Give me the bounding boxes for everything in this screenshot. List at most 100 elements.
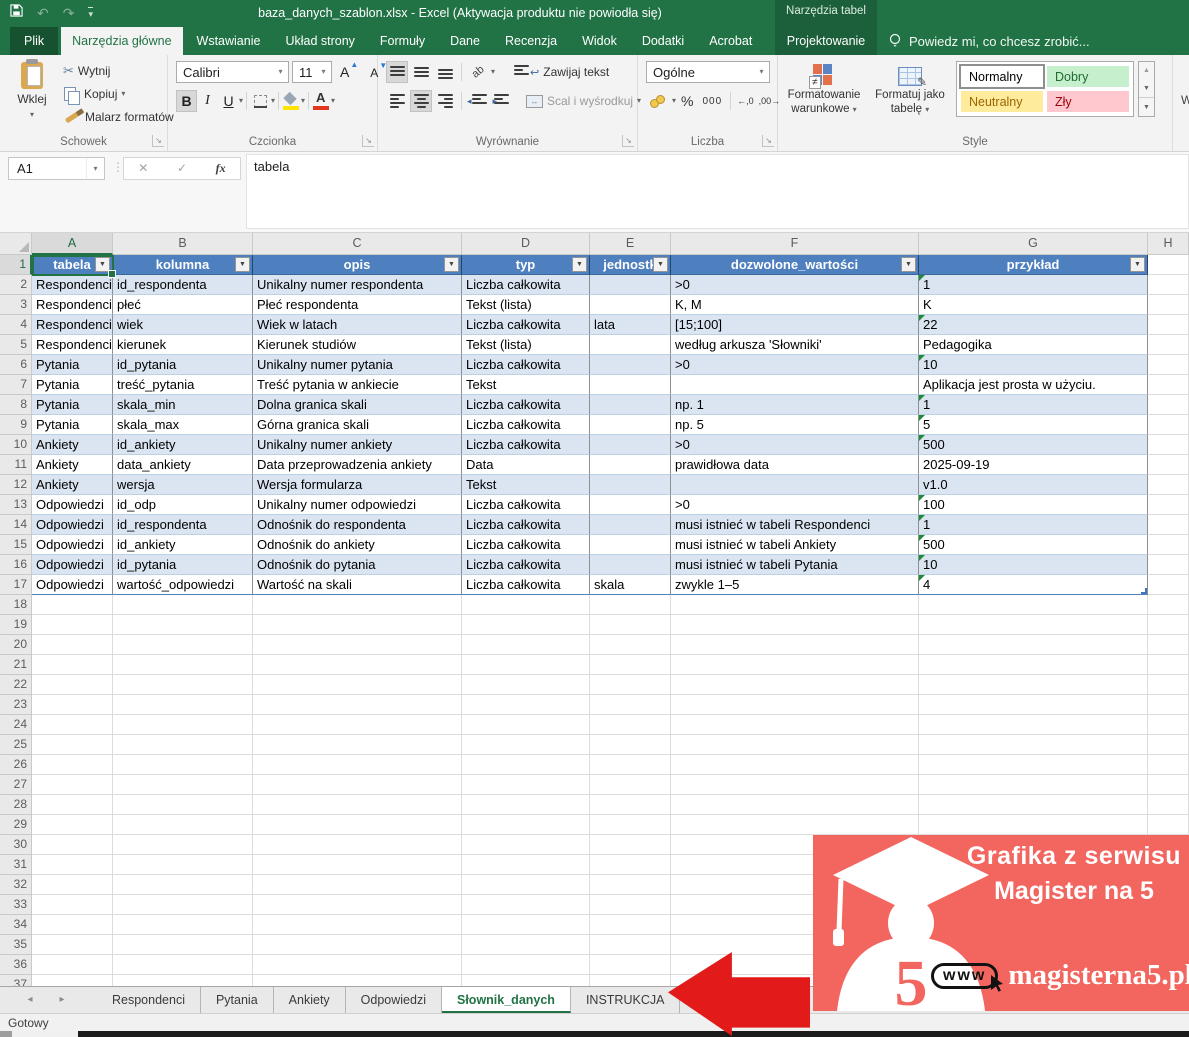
cell-B25[interactable] [113,735,253,755]
orientation-dropdown-icon[interactable]: ▾ [491,67,495,77]
row-header-18[interactable]: 18 [0,595,32,615]
cell-G3[interactable]: K [919,295,1148,315]
cell-C6[interactable]: Unikalny numer pytania [253,355,462,375]
cell-G7[interactable]: Aplikacja jest prosta w użyciu. [919,375,1148,395]
cell-H24[interactable] [1148,715,1189,735]
cell-A27[interactable] [32,775,113,795]
row-header-15[interactable]: 15 [0,535,32,555]
table-resize-handle[interactable] [1141,588,1147,594]
cell-F24[interactable] [671,715,919,735]
percent-style-button[interactable]: % [677,90,697,112]
row-header-12[interactable]: 12 [0,475,32,495]
cell-C35[interactable] [253,935,462,955]
cell-G13[interactable]: 100 [919,495,1148,515]
cell-H3[interactable] [1148,295,1189,315]
table-header-kolumna[interactable]: kolumna▼ [113,255,253,275]
cell-H27[interactable] [1148,775,1189,795]
cancel-button[interactable]: ✕ [124,158,163,179]
number-format-combobox[interactable]: Ogólne ▾ [646,61,770,83]
cell-F14[interactable]: musi istnieć w tabeli Respondenci [671,515,919,535]
cell-C27[interactable] [253,775,462,795]
align-bottom-button[interactable] [434,61,456,83]
row-header-23[interactable]: 23 [0,695,32,715]
orientation-button[interactable]: ab [467,61,489,83]
cell-A5[interactable]: Respondenci [32,335,113,355]
cell-F15[interactable]: musi istnieć w tabeli Ankiety [671,535,919,555]
cell-F12[interactable] [671,475,919,495]
font-color-button[interactable]: A [313,93,330,110]
cell-C29[interactable] [253,815,462,835]
cell-H26[interactable] [1148,755,1189,775]
cell-E21[interactable] [590,655,671,675]
fill-color-dropdown-icon[interactable]: ▾ [301,96,305,106]
cell-B28[interactable] [113,795,253,815]
cell-C25[interactable] [253,735,462,755]
cell-D24[interactable] [462,715,590,735]
cell-A35[interactable] [32,935,113,955]
cell-B22[interactable] [113,675,253,695]
cell-D4[interactable]: Liczba całkowita [462,315,590,335]
column-header-E[interactable]: E [590,233,671,255]
tell-me[interactable]: Powiedz mi, co chcesz zrobić... [888,27,1090,55]
table-header-tabela[interactable]: tabela▼ [32,255,113,275]
styles-gallery-scrollbar[interactable]: ▲ ▼ ▼ [1138,61,1155,117]
format-as-table-button[interactable]: ✎ Formatuj jako tabelę ▾ [868,60,952,116]
ribbon-tab-formuły[interactable]: Formuły [369,27,436,55]
cell-D31[interactable] [462,855,590,875]
cell-D2[interactable]: Liczba całkowita [462,275,590,295]
cell-A21[interactable] [32,655,113,675]
cell-A18[interactable] [32,595,113,615]
cell-B30[interactable] [113,835,253,855]
cell-B16[interactable]: id_pytania [113,555,253,575]
cell-B32[interactable] [113,875,253,895]
cell-D30[interactable] [462,835,590,855]
cell-D14[interactable]: Liczba całkowita [462,515,590,535]
cell-H11[interactable] [1148,455,1189,475]
row-header-21[interactable]: 21 [0,655,32,675]
sheet-nav-left-icon[interactable]: ◂ [18,987,42,1013]
cell-G24[interactable] [919,715,1148,735]
cell-A22[interactable] [32,675,113,695]
increase-font-size-button[interactable]: A▲ [335,64,362,80]
insert-function-button[interactable]: fx [201,158,240,179]
cell-G17[interactable]: 4 [919,575,1148,595]
cell-F20[interactable] [671,635,919,655]
cell-H16[interactable] [1148,555,1189,575]
cell-C8[interactable]: Dolna granica skali [253,395,462,415]
cell-C11[interactable]: Data przeprowadzenia ankiety [253,455,462,475]
cell-E34[interactable] [590,915,671,935]
bold-button[interactable]: B [176,90,197,112]
column-header-D[interactable]: D [462,233,590,255]
cell-G26[interactable] [919,755,1148,775]
cell-F17[interactable]: zwykle 1–5 [671,575,919,595]
cell-E6[interactable] [590,355,671,375]
row-header-13[interactable]: 13 [0,495,32,515]
cell-C20[interactable] [253,635,462,655]
row-header-20[interactable]: 20 [0,635,32,655]
cell-F8[interactable]: np. 1 [671,395,919,415]
cell-C36[interactable] [253,955,462,975]
cell-B36[interactable] [113,955,253,975]
cell-D13[interactable]: Liczba całkowita [462,495,590,515]
ribbon-tab-narzędzia-główne[interactable]: Narzędzia główne [61,27,182,55]
cell-G5[interactable]: Pedagogika [919,335,1148,355]
cell-B37[interactable] [113,975,253,986]
cell-F11[interactable]: prawidłowa data [671,455,919,475]
cell-D36[interactable] [462,955,590,975]
cell-E28[interactable] [590,795,671,815]
cell-B9[interactable]: skala_max [113,415,253,435]
cell-C3[interactable]: Płeć respondenta [253,295,462,315]
row-header-3[interactable]: 3 [0,295,32,315]
cell-E9[interactable] [590,415,671,435]
filter-button[interactable]: ▼ [653,257,668,272]
cell-F2[interactable]: >0 [671,275,919,295]
cell-B20[interactable] [113,635,253,655]
cell-G18[interactable] [919,595,1148,615]
cell-G20[interactable] [919,635,1148,655]
number-dialog-launcher[interactable]: ↘ [762,135,774,147]
undo-button[interactable]: ↶ [37,4,49,22]
align-right-button[interactable] [434,90,456,112]
cell-E24[interactable] [590,715,671,735]
ribbon-tab-widok[interactable]: Widok [571,27,628,55]
cell-C34[interactable] [253,915,462,935]
